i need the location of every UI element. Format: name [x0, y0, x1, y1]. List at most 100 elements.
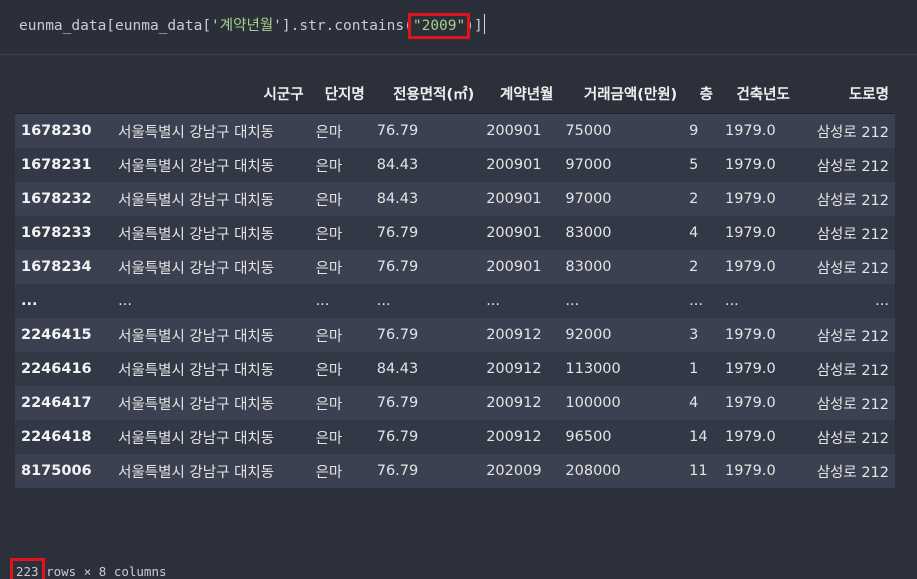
- table-cell: 은마: [315, 124, 343, 141]
- table-cell: 삼성로 212: [816, 124, 889, 141]
- table-cell: 서울특별시 강남구 대치동: [118, 124, 275, 141]
- table-row: ...........................: [15, 284, 895, 318]
- column-key-string: 계약년월: [219, 18, 274, 34]
- table-row: 2246417 서울특별시 강남구 대치동 은마 76.79 200912 100000 4…: [15, 386, 895, 420]
- table-cell: 서울특별시 강남구 대치동: [118, 328, 275, 345]
- table-cell: 113000: [565, 361, 621, 377]
- code-suffix: )]: [465, 18, 483, 34]
- table-cell: 삼성로 212: [816, 328, 889, 345]
- table-cell: 서울특별시 강남구 대치동: [118, 430, 275, 447]
- row-index: 2246416: [21, 361, 92, 377]
- table-row: 8175006 서울특별시 강남구 대치동 은마 76.79 202009 208000 1…: [15, 454, 895, 488]
- table-cell: 은마: [315, 464, 343, 481]
- column-header: 계약년월: [480, 73, 560, 114]
- table-cell: 5: [689, 157, 699, 173]
- row-index: 1678234: [21, 259, 92, 275]
- table-row: 2246416 서울특별시 강남구 대치동 은마 84.43 200912 113000 1…: [15, 352, 895, 386]
- header-row: 시군구 단지명 전용면적(㎡) 계약년월 거래금액(만원) 층 건축년도 도로명: [15, 73, 895, 114]
- text-cursor: [483, 14, 485, 34]
- code-cell[interactable]: eunma_data[eunma_data['계약년월'].str.contai…: [0, 0, 917, 55]
- table-cell: 서울특별시 강남구 대치동: [118, 260, 275, 277]
- table-cell: 서울특별시 강남구 대치동: [118, 226, 275, 243]
- table-body: 1678230 서울특별시 강남구 대치동 은마 76.79 200901 75000 9 1…: [15, 113, 895, 488]
- table-cell: 200901: [486, 123, 542, 139]
- table-cell: ...: [315, 293, 330, 309]
- table-cell: 208000: [565, 463, 621, 479]
- code-prefix: eunma_data[eunma_data[': [19, 18, 220, 34]
- table-cell: 서울특별시 강남구 대치동: [118, 464, 275, 481]
- table-cell: 1979.0: [724, 259, 776, 275]
- table-cell: 200912: [486, 361, 542, 377]
- table-cell: 75000: [565, 123, 612, 139]
- table-cell: 200912: [486, 395, 542, 411]
- table-row: 1678232 서울특별시 강남구 대치동 은마 84.43 200901 97000 2 1…: [15, 182, 895, 216]
- table-cell: 4: [689, 395, 699, 411]
- table-cell: 은마: [315, 192, 343, 209]
- table-cell: 은마: [315, 396, 343, 413]
- row-index: 1678233: [21, 225, 92, 241]
- column-header: 시군구: [112, 73, 310, 114]
- table-cell: 14: [689, 429, 708, 445]
- table-cell: 76.79: [376, 463, 419, 479]
- table-cell: 은마: [315, 362, 343, 379]
- table-cell: 삼성로 212: [816, 192, 889, 209]
- table-cell: 삼성로 212: [816, 158, 889, 175]
- table-cell: 서울특별시 강남구 대치동: [118, 158, 275, 175]
- table-cell: 서울특별시 강남구 대치동: [118, 192, 275, 209]
- row-index: 2246415: [21, 327, 92, 343]
- table-cell: 200901: [486, 191, 542, 207]
- table-cell: 서울특별시 강남구 대치동: [118, 362, 275, 379]
- output-area: 시군구 단지명 전용면적(㎡) 계약년월 거래금액(만원) 층 건축년도 도로명…: [0, 55, 917, 579]
- code-line[interactable]: eunma_data[eunma_data['계약년월'].str.contai…: [19, 13, 485, 39]
- column-header: 건축년도: [718, 73, 796, 114]
- table-cell: 삼성로 212: [816, 464, 889, 481]
- table-cell: ...: [875, 293, 889, 309]
- table-cell: 삼성로 212: [816, 396, 889, 413]
- table-cell: 200901: [486, 225, 542, 241]
- table-cell: 1979.0: [724, 225, 776, 241]
- row-index: ...: [21, 293, 38, 309]
- column-header: 전용면적(㎡): [370, 73, 481, 114]
- table-cell: 1979.0: [724, 395, 776, 411]
- table-cell: ...: [486, 293, 501, 309]
- table-cell: 3: [689, 327, 699, 343]
- table-row: 1678231 서울특별시 강남구 대치동 은마 84.43 200901 97000 5 1…: [15, 148, 895, 182]
- table-cell: 은마: [315, 260, 343, 277]
- table-cell: 76.79: [376, 429, 419, 445]
- table-cell: 2: [689, 259, 699, 275]
- highlighted-contains-argument: "2009": [407, 13, 471, 39]
- table-cell: 1979.0: [724, 361, 776, 377]
- table-row: 2246418 서울특별시 강남구 대치동 은마 76.79 200912 96500 14…: [15, 420, 895, 454]
- table-cell: 1979.0: [724, 463, 776, 479]
- table-cell: 11: [689, 463, 708, 479]
- column-header: 거래금액(만원): [559, 73, 684, 114]
- table-cell: 4: [689, 225, 699, 241]
- table-cell: 97000: [565, 157, 612, 173]
- dataframe-table: 시군구 단지명 전용면적(㎡) 계약년월 거래금액(만원) 층 건축년도 도로명…: [15, 73, 895, 488]
- table-row: 1678234 서울특별시 강남구 대치동 은마 76.79 200901 83000 2 1…: [15, 250, 895, 284]
- table-cell: 2: [689, 191, 699, 207]
- table-cell: 삼성로 212: [816, 362, 889, 379]
- table-cell: 83000: [565, 259, 612, 275]
- table-cell: 1979.0: [724, 157, 776, 173]
- column-header: 단지명: [309, 73, 371, 114]
- table-cell: 은마: [315, 158, 343, 175]
- table-cell: ...: [724, 293, 739, 309]
- table-cell: 92000: [565, 327, 612, 343]
- dataframe-shape: 223 rows × 8 columns: [10, 558, 167, 579]
- table-row: 1678230 서울특별시 강남구 대치동 은마 76.79 200901 75000 9 1…: [15, 113, 895, 148]
- table-cell: 83000: [565, 225, 612, 241]
- table-cell: 1979.0: [724, 191, 776, 207]
- table-cell: ...: [689, 293, 703, 309]
- code-middle: '].str.contains(: [273, 18, 413, 34]
- row-index: 1678230: [21, 123, 92, 139]
- row-index: 1678232: [21, 191, 92, 207]
- table-cell: 200901: [486, 259, 542, 275]
- table-cell: ...: [376, 293, 391, 309]
- table-cell: 서울특별시 강남구 대치동: [118, 396, 275, 413]
- table-cell: 은마: [315, 430, 343, 447]
- table-cell: ...: [118, 293, 132, 309]
- table-cell: 삼성로 212: [816, 226, 889, 243]
- table-row: 1678233 서울특별시 강남구 대치동 은마 76.79 200901 83000 4 1…: [15, 216, 895, 250]
- table-cell: 1979.0: [724, 123, 776, 139]
